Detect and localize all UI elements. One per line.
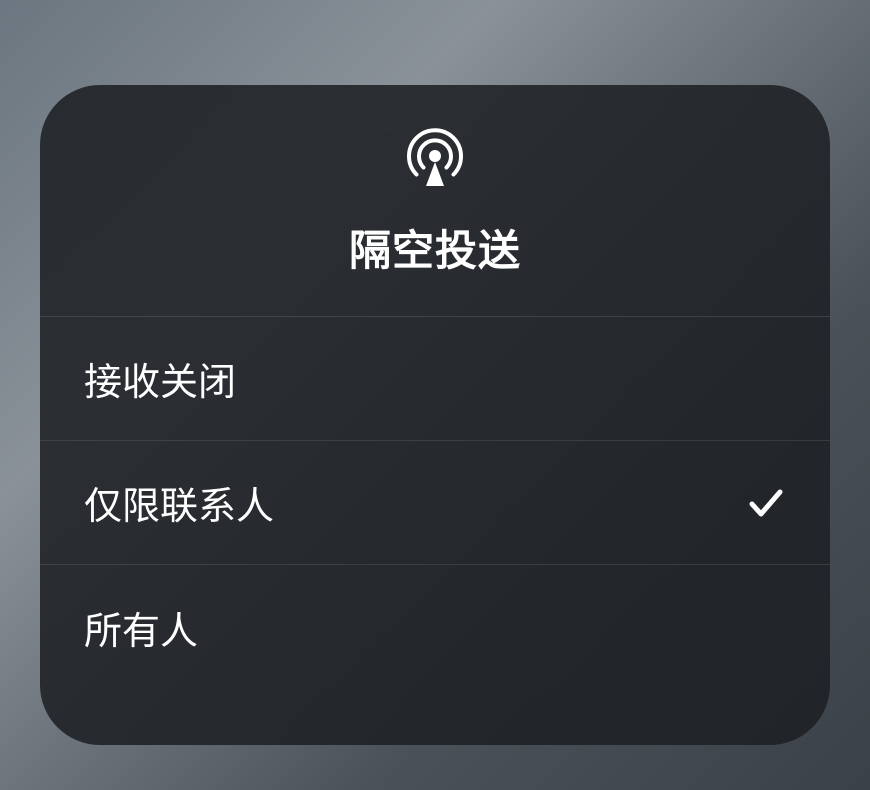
airdrop-icon <box>402 123 468 189</box>
option-contacts-only[interactable]: 仅限联系人 <box>40 441 830 565</box>
panel-header: 隔空投送 <box>40 85 830 317</box>
option-everyone[interactable]: 所有人 <box>40 565 830 689</box>
option-label: 接收关闭 <box>84 351 236 406</box>
airdrop-panel: 隔空投送 接收关闭 仅限联系人 所有人 <box>40 85 830 745</box>
panel-title: 隔空投送 <box>349 217 521 278</box>
option-label: 所有人 <box>84 600 198 655</box>
options-list: 接收关闭 仅限联系人 所有人 <box>40 317 830 745</box>
checkmark-icon <box>746 483 786 523</box>
option-label: 仅限联系人 <box>84 475 274 530</box>
option-receiving-off[interactable]: 接收关闭 <box>40 317 830 441</box>
